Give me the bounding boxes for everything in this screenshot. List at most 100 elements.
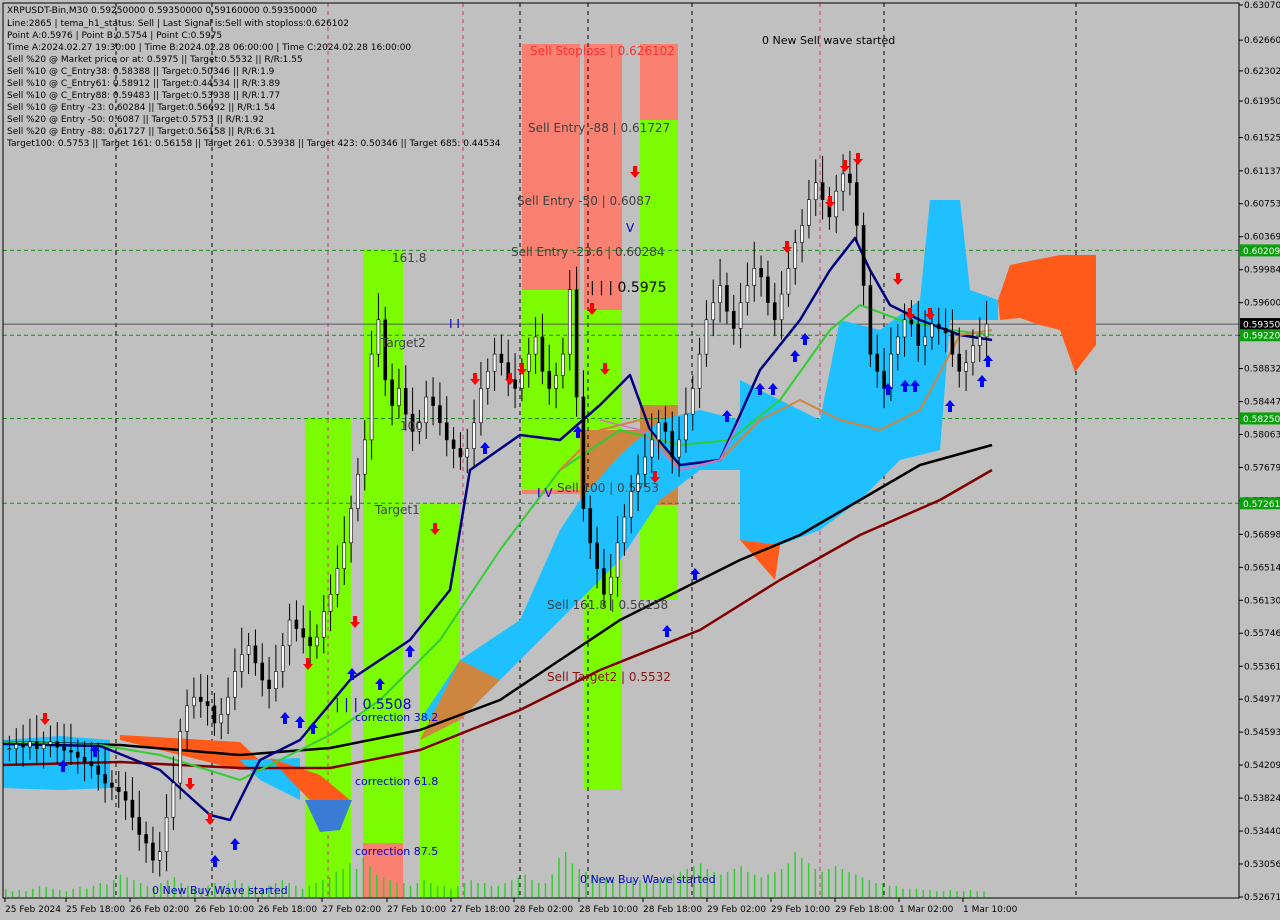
y-tick-label: 0.55361 — [1244, 662, 1280, 672]
x-tick-label: 27 Feb 02:00 — [322, 905, 381, 915]
volume-bar — [126, 877, 128, 897]
label-sell-entry-23: Sell Entry -23.6 | 0.60284 — [511, 245, 665, 259]
volume-bar — [828, 869, 830, 897]
y-tick-label: 0.63070 — [1244, 1, 1280, 11]
volume-bar — [956, 891, 958, 897]
candle-body — [308, 636, 312, 647]
volume-bar — [463, 883, 466, 897]
signal-zone — [584, 44, 622, 314]
candle-body — [369, 353, 374, 441]
label-sell-target2: Sell Target2 | 0.5532 — [547, 670, 671, 684]
info-line: Target100: 0.5753 || Target 161: 0.56158… — [6, 139, 501, 149]
candle-body — [403, 388, 408, 415]
price-axis[interactable]: 0.63070 0.62660 0.62302 0.61950 0.61525 0.611… — [1239, 0, 1280, 920]
candle-body — [376, 319, 381, 355]
volume-bar — [524, 874, 526, 897]
volume-bar — [423, 880, 425, 897]
y-tick-label: 0.59600 — [1244, 299, 1280, 309]
volume-bar — [868, 880, 871, 897]
volume-bar — [490, 885, 493, 897]
candle-body — [479, 388, 483, 424]
x-tick-label: 29 Feb 10:00 — [771, 905, 830, 915]
label-buy-target1: Target1 — [374, 503, 420, 517]
price-chart[interactable]: Sell Stoploss | 0.626102 Sell Entry -88 … — [0, 0, 1280, 920]
x-tick-label: 25 Feb 2024 — [5, 905, 61, 915]
volume-bar — [888, 885, 891, 897]
candle-body — [540, 336, 545, 372]
volume-bar — [551, 874, 553, 897]
info-line: Sell %10 @ C_Entry88: 0.59483 || Target:… — [7, 91, 280, 101]
volume-bar — [85, 888, 88, 897]
candle-body — [513, 379, 517, 389]
candle-body — [219, 714, 224, 724]
volume-bar — [517, 877, 520, 897]
candle-body — [75, 751, 80, 758]
volume-bar — [146, 885, 149, 897]
y-tick-label: 0.55746 — [1244, 629, 1280, 639]
candle-body — [96, 765, 101, 775]
candle-body — [14, 744, 19, 749]
volume-bar — [780, 869, 783, 897]
candle-body — [602, 568, 606, 595]
candle-body — [745, 285, 750, 303]
y-tick-label: 0.60753 — [1244, 200, 1280, 210]
candle-body — [629, 491, 634, 518]
candle-body — [328, 593, 333, 612]
candle-body — [670, 431, 675, 458]
candle-body — [438, 405, 442, 424]
candle-body — [731, 310, 736, 329]
x-tick-label: 27 Feb 18:00 — [451, 905, 510, 915]
y-tick-label: 0.58063 — [1244, 430, 1280, 440]
label-sell-100: Sell 100 | 0.5753 — [557, 481, 659, 495]
candle-body — [260, 662, 265, 681]
volume-bar — [794, 852, 796, 897]
candle-body — [335, 568, 340, 595]
candle-body — [362, 439, 367, 475]
x-tick-label: 26 Feb 10:00 — [195, 905, 254, 915]
volume-bar — [882, 883, 884, 897]
candle-body — [458, 448, 463, 458]
candle-body — [526, 353, 531, 372]
candle-body — [766, 276, 770, 303]
volume-bar — [801, 857, 803, 897]
y-tick-label: 0.61137 — [1244, 167, 1280, 177]
candle-body — [820, 182, 825, 201]
candle-body — [779, 293, 784, 321]
y-tick-label: 0.54977 — [1244, 695, 1280, 705]
candle-body — [813, 182, 818, 201]
candle-body — [561, 353, 565, 376]
price-tag-label: 0.59220 — [1243, 332, 1280, 342]
candle-body — [205, 701, 210, 707]
candle-body — [936, 323, 941, 329]
volume-bar — [342, 869, 344, 897]
candle-body — [485, 370, 490, 389]
candle-body — [28, 741, 32, 748]
candle-body — [157, 851, 162, 861]
x-tick-label: 1 Mar 10:00 — [963, 905, 1018, 915]
x-tick-label: 25 Feb 18:00 — [66, 905, 125, 915]
volume-bar — [382, 877, 385, 897]
volume-bar — [834, 866, 837, 897]
info-line: Sell %20 @ Market price or at: 0.5975 ||… — [7, 55, 303, 65]
candle-body — [889, 353, 893, 389]
info-line: Sell %20 @ Entry -88: 0.61727 || Target:… — [7, 127, 275, 137]
candle-body — [718, 285, 722, 303]
label-sell-stoploss: Sell Stoploss | 0.626102 — [530, 44, 675, 58]
volume-bar — [112, 880, 115, 897]
x-tick-label: 26 Feb 18:00 — [258, 905, 317, 915]
candle-body — [472, 422, 476, 449]
y-tick-label: 0.52671 — [1244, 893, 1280, 903]
label-correction-382: correction 38.2 — [355, 711, 438, 724]
volume-bar — [38, 885, 41, 897]
y-tick-label: 0.54209 — [1244, 761, 1280, 771]
candle-body — [759, 268, 763, 278]
volume-bar — [720, 874, 722, 897]
candle-body — [725, 285, 729, 312]
volume-bar — [564, 852, 567, 897]
volume-bar — [139, 883, 142, 897]
volume-bar — [443, 885, 446, 897]
y-tick-label: 0.53056 — [1244, 860, 1280, 870]
candle-body — [868, 285, 873, 355]
volume-bar — [558, 857, 560, 897]
volume-bar — [389, 880, 392, 897]
